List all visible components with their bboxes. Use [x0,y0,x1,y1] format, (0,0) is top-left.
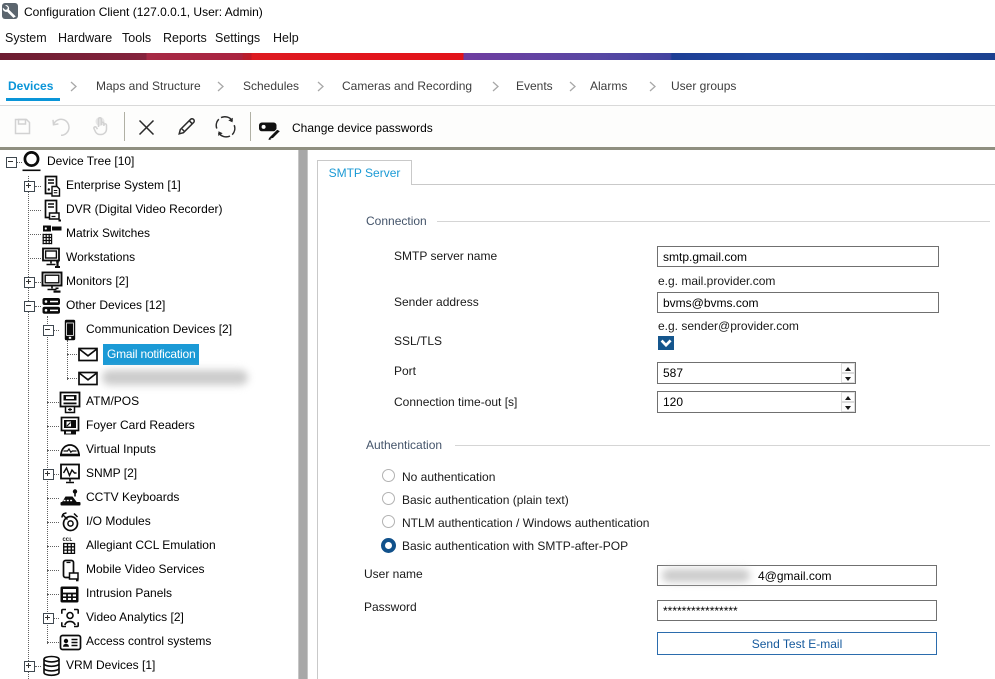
svg-text:CCL: CCL [63,536,74,543]
